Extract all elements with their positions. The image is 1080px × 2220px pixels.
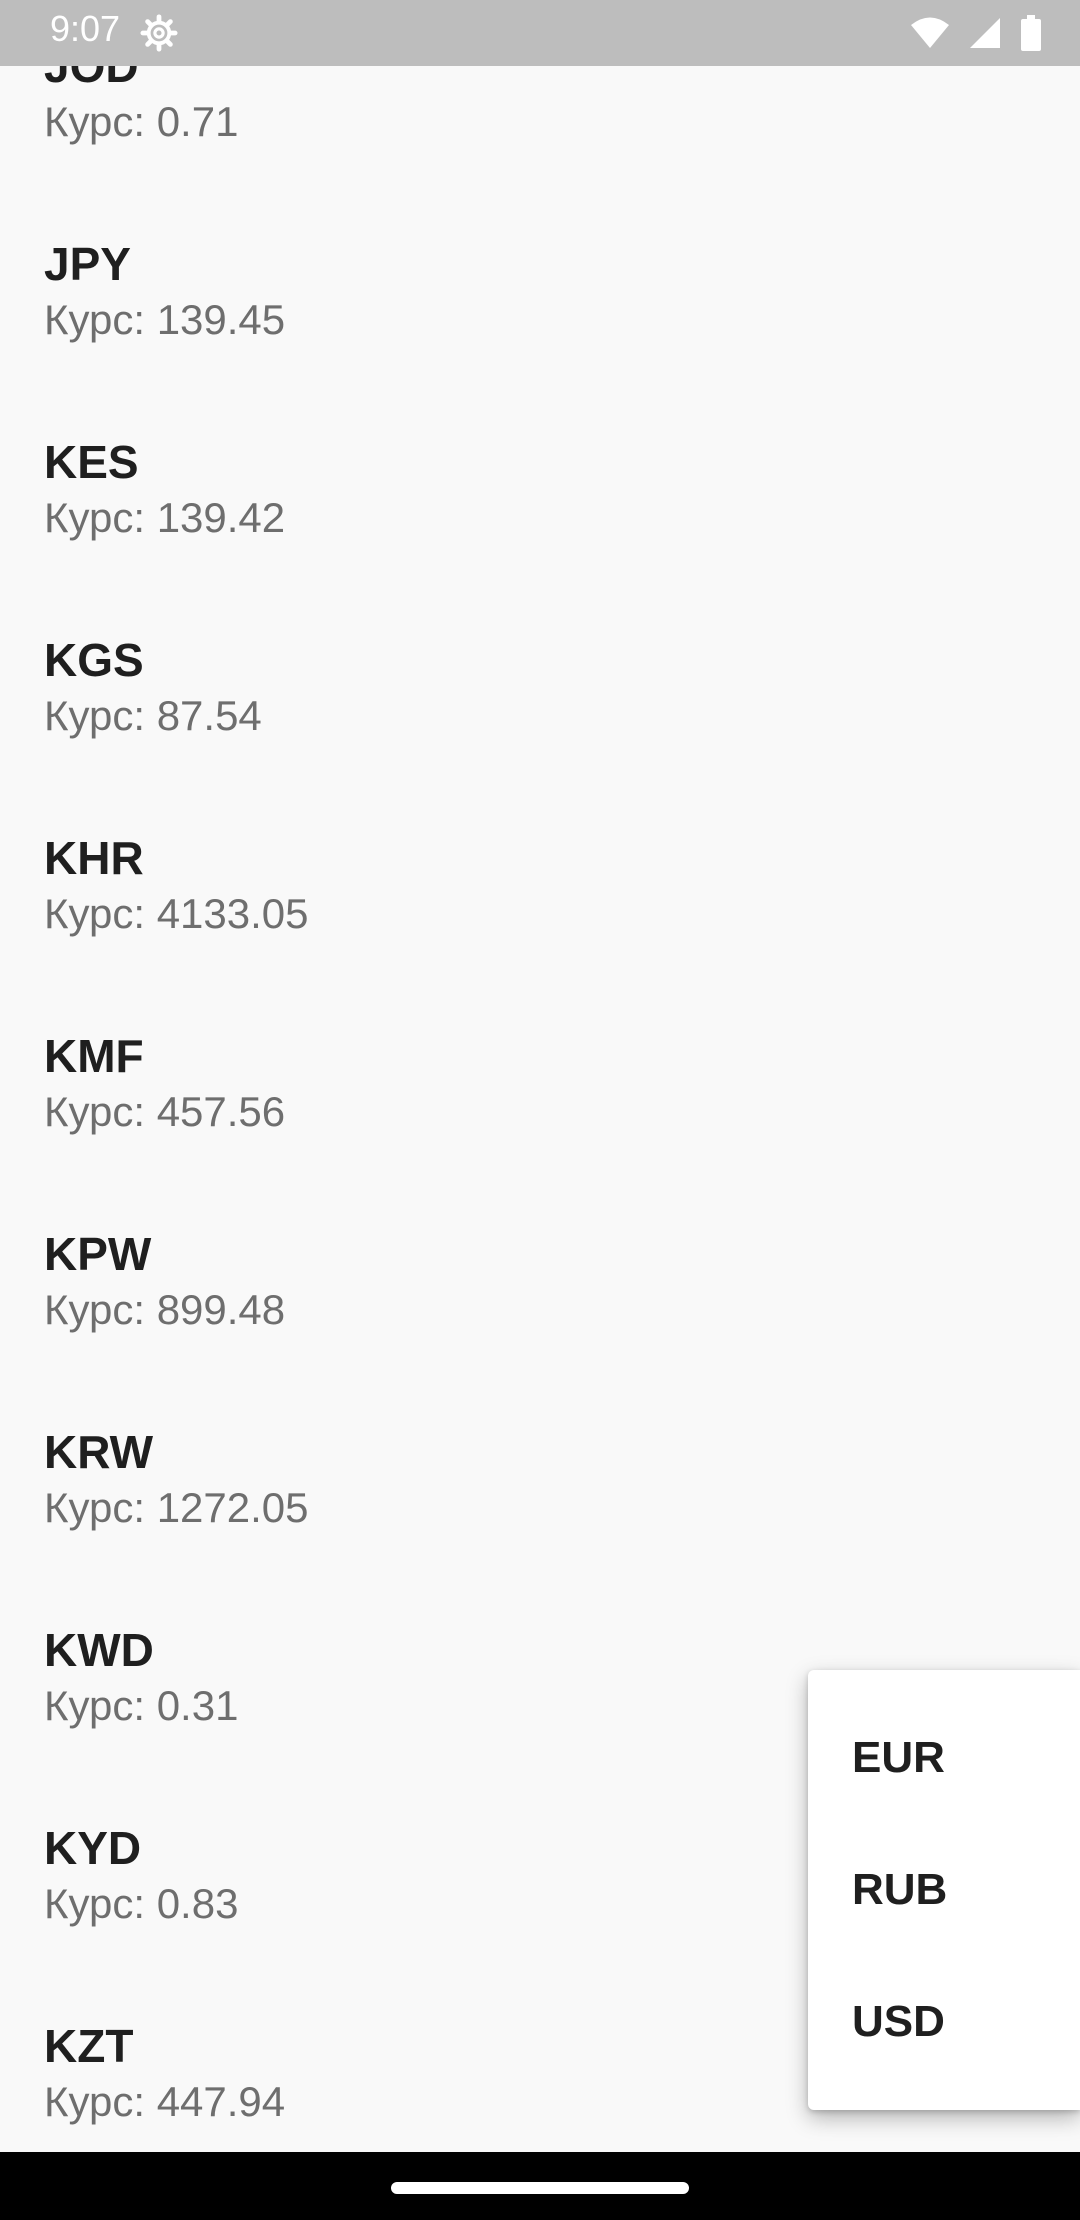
currency-rate: Курс: 457.56 xyxy=(44,1088,286,1135)
currency-rate: Курс: 0.71 xyxy=(44,98,239,145)
app-screen: 9:07 JOD Курс: 0.71 JPY Курс: 139.45 KES… xyxy=(0,0,1080,2220)
currency-row[interactable]: JPY Курс: 139.45 xyxy=(0,236,1080,434)
currency-code: KMF xyxy=(44,1030,144,1082)
currency-rate: Курс: 1272.05 xyxy=(44,1484,309,1531)
currency-rate: Курс: 139.42 xyxy=(44,494,286,541)
currency-code: KHR xyxy=(44,832,144,884)
currency-rate: Курс: 0.31 xyxy=(44,1682,239,1729)
currency-row[interactable]: KMF Курс: 457.56 xyxy=(0,1028,1080,1226)
battery-icon xyxy=(1021,15,1041,51)
cell-signal-icon xyxy=(970,18,1000,48)
menu-item-label: EUR xyxy=(852,1733,945,1782)
settings-icon xyxy=(140,14,178,52)
status-icons xyxy=(910,14,1042,52)
base-currency-menu: EUR RUB USD xyxy=(808,1670,1080,2110)
currency-rate: Курс: 447.94 xyxy=(44,2078,286,2125)
currency-row[interactable]: KES Курс: 139.42 xyxy=(0,434,1080,632)
currency-row[interactable]: KGS Курс: 87.54 xyxy=(0,632,1080,830)
currency-rate: Курс: 139.45 xyxy=(44,296,286,343)
currency-code: KRW xyxy=(44,1426,154,1478)
status-bar: 9:07 xyxy=(0,0,1080,66)
currency-rate: Курс: 4133.05 xyxy=(44,890,309,937)
currency-code: KYD xyxy=(44,1822,142,1874)
currency-code: KGS xyxy=(44,634,144,686)
navigation-bar xyxy=(0,2152,1080,2220)
home-gesture-handle[interactable] xyxy=(391,2182,689,2194)
currency-code: KWD xyxy=(44,1624,154,1676)
currency-code: KPW xyxy=(44,1228,152,1280)
currency-rate: Курс: 87.54 xyxy=(44,692,262,739)
menu-item-label: USD xyxy=(852,1997,945,2046)
currency-code: JPY xyxy=(44,238,131,290)
currency-code: KES xyxy=(44,436,139,488)
currency-row[interactable]: KRW Курс: 1272.05 xyxy=(0,1424,1080,1622)
currency-rate: Курс: 0.83 xyxy=(44,1880,239,1927)
currency-row[interactable]: JOD Курс: 0.71 xyxy=(0,38,1080,236)
menu-item-usd[interactable]: USD xyxy=(808,1956,1080,2088)
currency-row[interactable]: KHR Курс: 4133.05 xyxy=(0,830,1080,1028)
menu-item-eur[interactable]: EUR xyxy=(808,1692,1080,1824)
menu-item-label: RUB xyxy=(852,1865,948,1914)
status-time: 9:07 xyxy=(50,8,121,49)
currency-code: KZT xyxy=(44,2020,134,2072)
currency-row[interactable]: KPW Курс: 899.48 xyxy=(0,1226,1080,1424)
wifi-icon xyxy=(911,17,949,48)
currency-rate: Курс: 899.48 xyxy=(44,1286,286,1333)
menu-item-rub[interactable]: RUB xyxy=(808,1824,1080,1956)
